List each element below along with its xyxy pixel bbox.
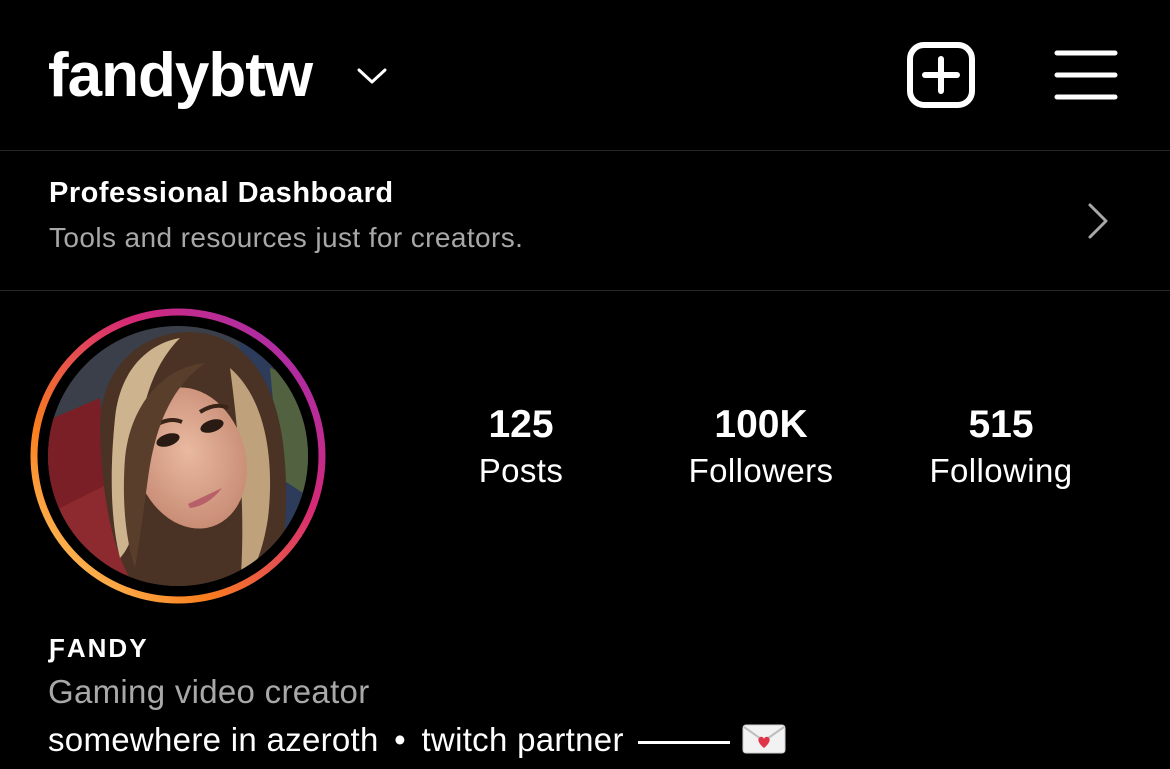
following-count[interactable]: 515 Following xyxy=(891,402,1111,494)
posts-count[interactable]: 125 Posts xyxy=(411,402,631,494)
dashboard-title: Professional Dashboard xyxy=(49,177,394,209)
hamburger-menu-icon[interactable] xyxy=(1054,48,1118,102)
followers-label: Followers xyxy=(688,452,834,489)
dashboard-divider xyxy=(0,290,1170,291)
love-letter-icon xyxy=(742,724,786,754)
profile-category: Gaming video creator xyxy=(48,673,370,710)
bio-role: twitch partner xyxy=(421,721,624,758)
dashboard-subtitle: Tools and resources just for creators. xyxy=(49,222,524,253)
chevron-down-icon[interactable] xyxy=(356,66,388,86)
chevron-right-icon xyxy=(1088,203,1108,239)
display-name: ƑANDY xyxy=(49,633,149,663)
username-switcher[interactable]: fandybtw xyxy=(48,40,313,112)
plus-square-icon[interactable] xyxy=(906,42,976,108)
posts-label: Posts xyxy=(478,452,564,489)
profile-header: fandybtw xyxy=(0,0,1170,150)
bio-separator: • xyxy=(394,721,406,758)
followers-count[interactable]: 100K Followers xyxy=(651,402,871,494)
profile-avatar[interactable] xyxy=(30,308,326,604)
bio-text: somewhere in azeroth • twitch partner xyxy=(48,721,786,759)
following-label: Following xyxy=(929,452,1073,489)
following-value: 515 xyxy=(968,403,1034,446)
professional-dashboard-row[interactable]: Professional Dashboard Tools and resourc… xyxy=(0,151,1170,290)
bio-dash xyxy=(637,740,730,744)
posts-value: 125 xyxy=(488,403,554,446)
followers-value: 100K xyxy=(714,403,808,446)
bio-location: somewhere in azeroth xyxy=(48,721,379,758)
